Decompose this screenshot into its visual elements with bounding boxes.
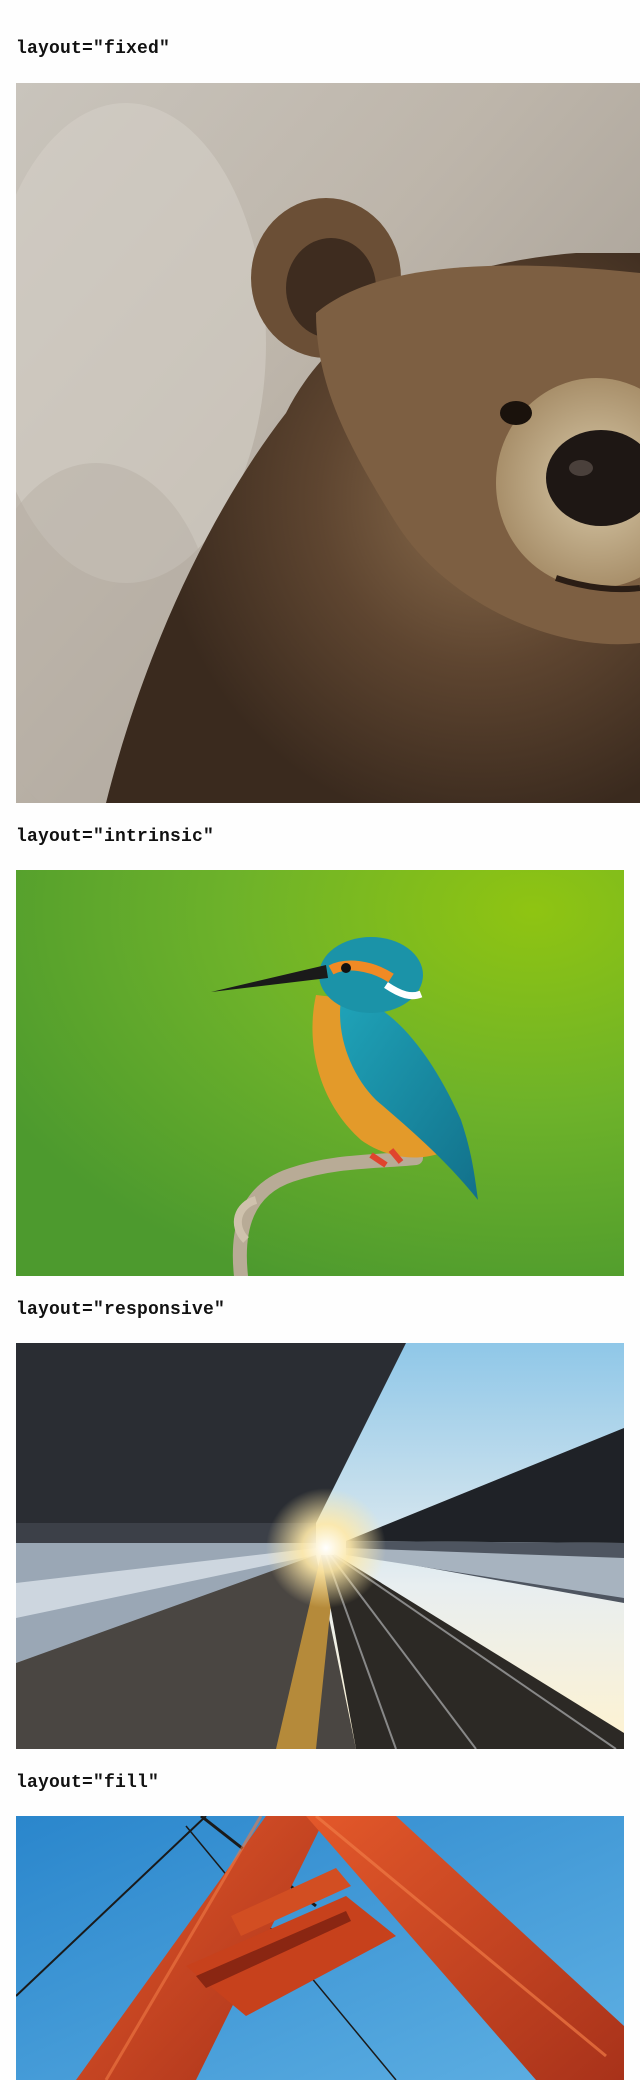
kingfisher-image [16,870,624,1276]
layout-fill-label: layout="fill" [16,1773,160,1793]
bridge-image [16,1816,624,2080]
train-platform-photo [16,1343,624,1749]
kingfisher-bird-photo [16,870,624,1276]
bear-photo [16,83,640,803]
red-bridge-tower-photo [16,1816,624,2080]
bear-image [16,83,640,803]
layout-responsive-label: layout="responsive" [16,1300,226,1320]
layout-intrinsic-label: layout="intrinsic" [16,827,215,847]
layout-fixed-label: layout="fixed" [16,39,171,59]
train-platform-image [16,1343,624,1749]
